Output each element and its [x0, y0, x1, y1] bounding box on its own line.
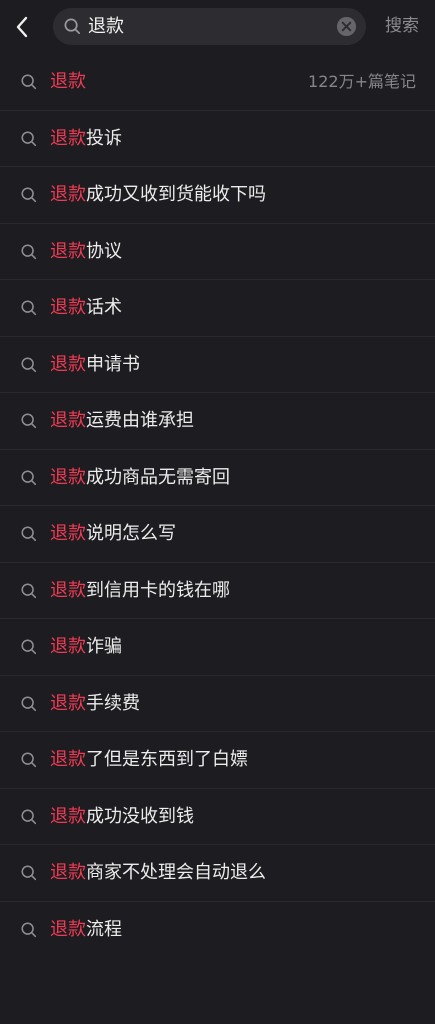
suggestion-text: 退款流程	[50, 917, 122, 943]
suggestion-rest: 运费由谁承担	[86, 410, 194, 431]
suggestion-text: 退款成功商品无需寄回	[50, 465, 230, 491]
suggestion-highlight: 退款	[50, 71, 86, 92]
suggestion-item[interactable]: 退款说明怎么写	[0, 506, 435, 563]
suggestion-item[interactable]: 退款商家不处理会自动退么	[0, 845, 435, 902]
search-icon	[21, 469, 37, 485]
suggestion-highlight: 退款	[50, 749, 86, 770]
suggestion-rest: 成功没收到钱	[86, 805, 194, 827]
search-icon	[21, 243, 37, 259]
suggestion-rest: 说明怎么写	[86, 523, 176, 544]
search-icon	[21, 356, 37, 372]
search-box[interactable]: 退款	[53, 8, 366, 45]
suggestion-rest: 协议	[86, 240, 122, 262]
suggestion-highlight: 退款	[50, 353, 86, 375]
suggestion-rest: 到信用卡的钱在哪	[86, 579, 230, 601]
suggestion-highlight: 退款	[50, 918, 86, 940]
suggestion-item[interactable]: 退款协议	[0, 224, 435, 280]
suggestion-text: 退款商家不处理会自动退么	[50, 860, 266, 886]
suggestion-item[interactable]: 退款投诉	[0, 111, 435, 167]
suggestion-text: 退款手续费	[50, 691, 140, 717]
suggestion-highlight: 退款	[50, 692, 86, 714]
note-count: 122万+篇笔记	[308, 72, 416, 91]
suggestion-text: 退款运费由谁承担	[50, 408, 194, 434]
search-icon	[21, 808, 37, 824]
suggestion-rest: 诈骗	[86, 636, 122, 657]
search-icon	[64, 18, 81, 35]
suggestion-highlight: 退款	[50, 410, 86, 431]
suggestion-text: 退款协议	[50, 239, 122, 265]
suggestion-highlight: 退款	[50, 636, 86, 657]
search-icon	[21, 74, 37, 90]
suggestion-item[interactable]: 退款流程	[0, 902, 435, 959]
search-icon	[21, 413, 37, 429]
suggestion-text: 退款投诉	[50, 126, 122, 152]
search-button[interactable]: 搜索	[385, 14, 419, 38]
suggestion-rest: 商家不处理会自动退么	[86, 862, 266, 883]
top-bar: 退款 搜索	[0, 0, 435, 54]
suggestion-rest: 手续费	[86, 692, 140, 714]
suggestion-text: 退款成功没收到钱	[50, 804, 194, 830]
suggestion-item[interactable]: 退款 122万+篇笔记	[0, 54, 435, 111]
suggestion-rest: 投诉	[86, 127, 122, 149]
search-icon	[21, 582, 37, 598]
suggestion-highlight: 退款	[50, 184, 86, 205]
search-icon	[21, 130, 37, 146]
suggestion-highlight: 退款	[50, 127, 86, 149]
suggestion-text: 退款诈骗	[50, 634, 122, 660]
suggestion-item[interactable]: 退款诈骗	[0, 619, 435, 676]
suggestion-item[interactable]: 退款成功又收到货能收下吗	[0, 167, 435, 224]
suggestion-text: 退款	[50, 69, 86, 95]
search-icon	[21, 752, 37, 768]
suggestion-text: 退款说明怎么写	[50, 521, 176, 547]
suggestion-rest: 申请书	[86, 353, 140, 375]
suggestion-highlight: 退款	[50, 466, 86, 488]
suggestion-highlight: 退款	[50, 240, 86, 262]
chevron-left-icon	[16, 16, 28, 38]
suggestion-text: 退款话术	[50, 295, 122, 321]
suggestion-rest: 流程	[86, 918, 122, 940]
suggestion-rest: 成功又收到货能收下吗	[86, 184, 266, 205]
suggestion-text: 退款成功又收到货能收下吗	[50, 182, 266, 208]
suggestion-highlight: 退款	[50, 523, 86, 544]
suggestion-rest: 话术	[86, 297, 122, 318]
suggestion-highlight: 退款	[50, 297, 86, 318]
search-icon	[21, 865, 37, 881]
suggestion-item[interactable]: 退款运费由谁承担	[0, 393, 435, 450]
search-icon	[21, 921, 37, 937]
suggestion-text: 退款到信用卡的钱在哪	[50, 578, 230, 604]
suggestion-item[interactable]: 退款话术	[0, 280, 435, 337]
suggestion-item[interactable]: 退款成功商品无需寄回	[0, 450, 435, 506]
search-icon	[21, 187, 37, 203]
search-icon	[21, 695, 37, 711]
suggestion-item[interactable]: 退款手续费	[0, 676, 435, 732]
suggestion-highlight: 退款	[50, 862, 86, 883]
suggestion-text: 退款了但是东西到了白嫖	[50, 747, 248, 773]
suggestion-highlight: 退款	[50, 579, 86, 601]
suggestion-rest: 了但是东西到了白嫖	[86, 749, 248, 770]
search-icon	[21, 300, 37, 316]
suggestion-item[interactable]: 退款成功没收到钱	[0, 789, 435, 845]
search-icon	[21, 526, 37, 542]
suggestion-item[interactable]: 退款到信用卡的钱在哪	[0, 563, 435, 619]
suggestion-item[interactable]: 退款了但是东西到了白嫖	[0, 732, 435, 789]
suggestion-rest: 成功商品无需寄回	[86, 466, 230, 488]
search-icon	[21, 639, 37, 655]
search-input[interactable]: 退款	[88, 14, 328, 39]
suggestion-list: 退款 122万+篇笔记 退款投诉 退款成功又收到货能收下吗 退款协议 退款话术 …	[0, 54, 435, 958]
back-button[interactable]	[8, 10, 36, 44]
suggestion-highlight: 退款	[50, 805, 86, 827]
suggestion-text: 退款申请书	[50, 352, 140, 378]
clear-icon[interactable]	[336, 16, 357, 37]
suggestion-item[interactable]: 退款申请书	[0, 337, 435, 393]
